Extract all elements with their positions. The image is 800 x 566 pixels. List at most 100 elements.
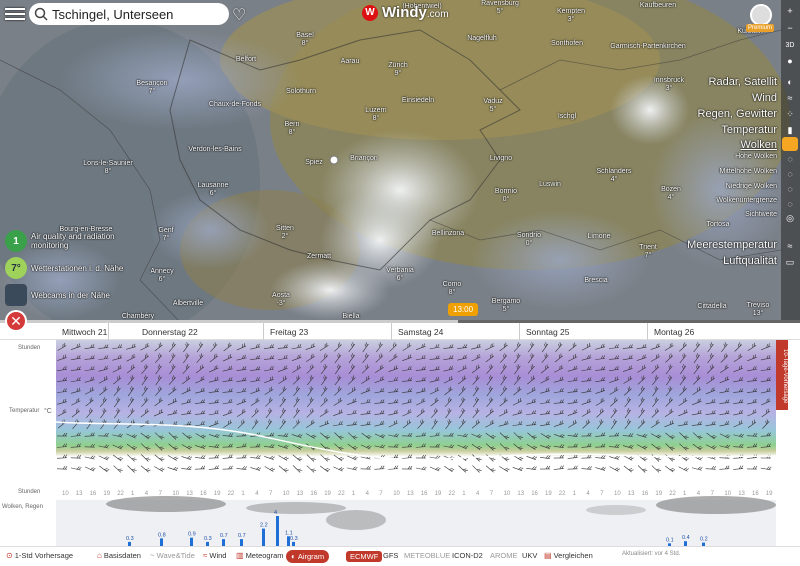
search-input[interactable] [52, 6, 212, 22]
hour-label: 13 [186, 491, 193, 497]
visibility-icon[interactable]: ◎ [783, 212, 797, 224]
air-quality-tool[interactable]: 1 Air quality and radiation monitoring [5, 230, 141, 252]
tab-wind[interactable]: ≈ Wind [203, 551, 226, 560]
precip-value: 2.2 [260, 523, 268, 529]
city-label: Limone [587, 233, 611, 240]
tab-wave-tide[interactable]: ~ Wave&Tide [150, 551, 195, 560]
layer-high-clouds[interactable]: Hohe Wolken [735, 153, 777, 160]
layer-mid-clouds[interactable]: Mittelhohe Wolken [720, 168, 777, 175]
hour-label: 22 [338, 491, 345, 497]
temperature-icon[interactable]: ▮ [783, 124, 797, 136]
layer-low-clouds[interactable]: Niedrige Wolken [726, 183, 777, 190]
clouds-icon[interactable] [782, 137, 798, 151]
high-clouds-icon[interactable]: ◌ [783, 153, 797, 165]
hour-label: 13 [517, 491, 524, 497]
day-label[interactable]: Sonntag 25 [526, 327, 569, 337]
compare-button[interactable]: ▤ Vergleichen [544, 551, 593, 560]
mid-clouds-icon[interactable]: ◌ [783, 168, 797, 180]
zoom-out-icon[interactable]: − [783, 22, 797, 34]
precip-value: 0.1 [666, 537, 674, 543]
radar-icon[interactable]: ◐ [783, 76, 797, 88]
hour-label: 10 [504, 491, 511, 497]
day-label[interactable]: Donnerstag 22 [142, 327, 198, 337]
precip-value: 0.7 [220, 533, 228, 539]
layer-temperature[interactable]: Temperatur [721, 124, 777, 136]
time-bubble[interactable]: 13:00 [448, 303, 479, 316]
cloud-base-icon[interactable]: ◌ [783, 198, 797, 210]
wind-icon: ≈ [203, 551, 208, 560]
search-bar[interactable] [29, 3, 229, 25]
windy-logo-icon: W [362, 4, 378, 21]
layer-rain[interactable]: Regen, Gewitter [698, 108, 777, 120]
city-label: Brescia [584, 277, 608, 284]
city-label: Solothurn [286, 88, 316, 95]
city-label: Kaufbeuren [639, 2, 677, 9]
3d-icon[interactable]: 3D [783, 40, 797, 52]
webcams-tool[interactable]: Webcams in der Nähe [5, 284, 110, 306]
tab-meteogram[interactable]: ▥ Meteogram [236, 551, 284, 560]
layer-air-quality[interactable]: Luftqualität [723, 255, 777, 267]
day-label[interactable]: Montag 26 [654, 327, 694, 337]
city-label: Garmisch-Partenkirchen [610, 43, 686, 50]
tab-airgram[interactable]: ◐ Airgram [286, 550, 330, 563]
location-icon[interactable]: ● [783, 55, 797, 67]
hours-label-bottom: Stunden [18, 489, 41, 495]
toggle-icon: ⊙ [6, 551, 13, 560]
layer-cloud-base[interactable]: Wolkenuntergrenze [716, 197, 777, 204]
airgram-chart[interactable]: 10 13 16 19 22 1 4 7 10 13 16 19 22 1 4 7 10 13 16 19 22 1 4 7 1… [56, 340, 776, 546]
hour-label: 13 [76, 491, 83, 497]
weather-stations-tool[interactable]: 7° Wetterstationen i. d. Nähe [5, 257, 123, 279]
day-separator [519, 323, 520, 340]
tab-basisdaten[interactable]: ⌂ Basisdaten [97, 551, 141, 560]
airgram[interactable]: Stunden Temperatur °C Stunden Wolken, Re… [0, 340, 800, 546]
precip-value: 0.7 [238, 533, 246, 539]
layer-wind[interactable]: Wind [752, 92, 777, 104]
logo-suffix: .com [426, 9, 449, 20]
wind-icon[interactable]: ≈ [783, 92, 797, 104]
day-label[interactable]: Mittwoch 21 [62, 327, 107, 337]
layer-radar[interactable]: Radar, Satellit [709, 76, 777, 88]
webcams-label: Webcams in der Nähe [31, 290, 110, 300]
layer-clouds[interactable]: Wolken [741, 139, 777, 151]
zoom-in-icon[interactable]: + [783, 5, 797, 17]
hour-label: 22 [448, 491, 455, 497]
hours-label: Stunden [18, 345, 41, 351]
air-quality-icon[interactable]: ▭ [783, 256, 797, 268]
hour-label: 16 [421, 491, 428, 497]
map[interactable]: Ravensburg 5° (Hohentwiel) Kempten 3° Kaufb… [0, 0, 800, 322]
precip-bar [276, 516, 279, 546]
hourly-forecast-toggle[interactable]: ⊙ 1-Std Vorhersage [6, 551, 73, 560]
model-ecmwf[interactable]: ECMWF [346, 551, 383, 562]
hour-label: 19 [766, 491, 773, 497]
clouds-rain-label: Wolken, Regen [2, 504, 43, 510]
hour-label: 16 [531, 491, 538, 497]
rain-icon[interactable]: ⁘ [783, 108, 797, 120]
model-ukv[interactable]: UKV [522, 551, 537, 560]
layer-sea-temperature[interactable]: Meerestemperatur [687, 239, 777, 251]
model-gfs[interactable]: GFS [383, 551, 398, 560]
precip-bar [262, 528, 265, 546]
favorite-heart-icon[interactable]: ♡ [232, 5, 246, 25]
windy-logo[interactable]: W Windy.com [362, 4, 449, 21]
close-forecast-button[interactable]: ✕ [5, 310, 27, 332]
hour-label: 16 [90, 491, 97, 497]
city-label: Bern 8° [284, 121, 300, 136]
day-label[interactable]: Samstag 24 [398, 327, 443, 337]
menu-button[interactable] [5, 5, 25, 23]
precip-value: 0.8 [158, 532, 166, 538]
city-label: Bozen 4° [661, 186, 681, 201]
day-label[interactable]: Freitag 23 [270, 327, 308, 337]
wave-icon: ~ [150, 551, 155, 560]
model-icon-d2[interactable]: ICON-D2 [452, 551, 483, 560]
ten-day-forecast-tab[interactable]: 10-Tage-Vorhersage [776, 340, 788, 410]
city-label: Albertville [172, 300, 204, 307]
precip-bar [160, 538, 163, 546]
low-clouds-icon[interactable]: ◌ [783, 183, 797, 195]
air-quality-icon: 1 [5, 230, 27, 252]
sea-temp-icon[interactable]: ≈ [783, 240, 797, 252]
model-arome[interactable]: AROME [490, 551, 518, 560]
layer-visibility[interactable]: Sichtweite [745, 211, 777, 218]
user-avatar[interactable] [750, 4, 772, 26]
model-meteoblue[interactable]: METEOBLUE [404, 551, 450, 560]
weather-station-temp: 7° [5, 257, 27, 279]
